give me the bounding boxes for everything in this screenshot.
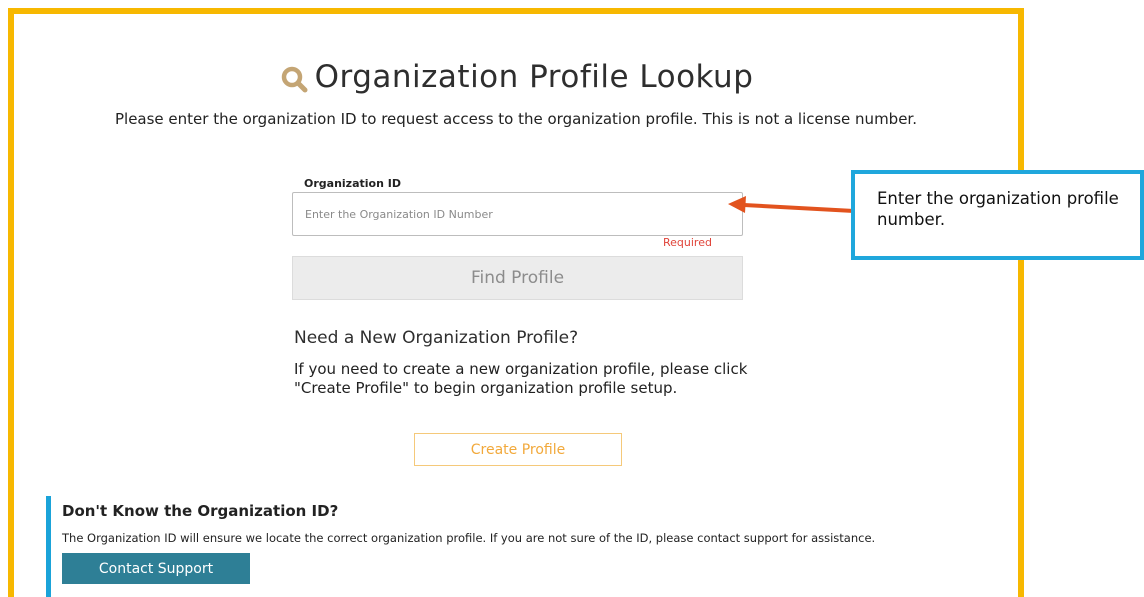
search-icon (281, 66, 308, 93)
page-title: Organization Profile Lookup (314, 59, 754, 95)
new-profile-description: If you need to create a new organization… (294, 360, 748, 397)
create-profile-button[interactable]: Create Profile (414, 433, 622, 466)
callout-arrow (728, 196, 855, 213)
support-heading: Don't Know the Organization ID? (62, 502, 339, 520)
callout-text: Enter the organization profile number. (877, 189, 1119, 229)
title-row: Organization Profile Lookup (14, 52, 1018, 102)
support-section: Don't Know the Organization ID? The Orga… (46, 496, 946, 597)
support-description: The Organization ID will ensure we locat… (62, 531, 876, 545)
required-message: Required (663, 236, 712, 249)
callout-box: Enter the organization profile number. (851, 170, 1144, 260)
page-frame: Organization Profile Lookup Please enter… (8, 8, 1024, 597)
contact-support-button[interactable]: Contact Support (62, 553, 250, 584)
intro-text: Please enter the organization ID to requ… (114, 110, 917, 128)
organization-id-label: Organization ID (304, 177, 401, 190)
find-profile-button[interactable]: Find Profile (292, 256, 743, 300)
organization-id-input[interactable] (292, 192, 743, 236)
new-profile-heading: Need a New Organization Profile? (294, 328, 579, 348)
